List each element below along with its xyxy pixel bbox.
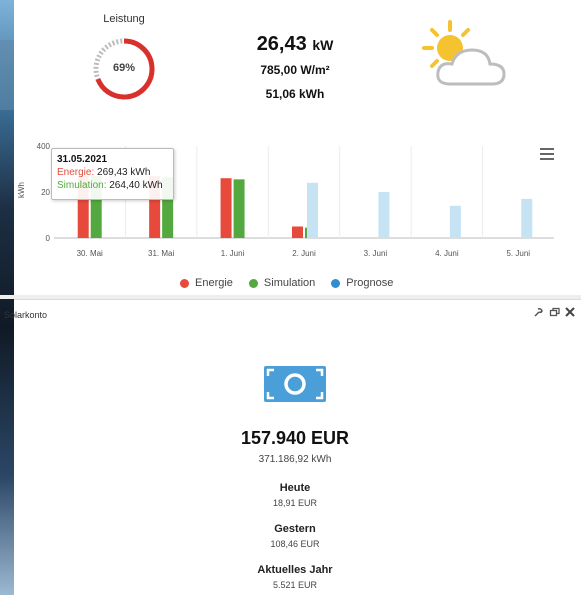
tooltip-date: 31.05.2021: [57, 154, 108, 165]
x-tick-label: 2. Juni: [292, 249, 316, 258]
gestern-value: 108,46 EUR: [270, 539, 320, 549]
chart-tooltip: 31.05.2021 Energie: 269,43 kWh Simulatio…: [51, 148, 174, 200]
solarkonto-total-kwh: 371.186,92 kWh: [258, 454, 332, 465]
legend-item-simulation[interactable]: Simulation: [248, 276, 316, 290]
gestern-label: Gestern: [274, 523, 316, 535]
x-tick-label: 30. Mai: [77, 249, 103, 258]
gauge-label: Leistung: [103, 13, 145, 25]
y-axis-label: kWh: [17, 182, 26, 198]
y-tick-label: 0: [46, 234, 51, 243]
energy-value: 51,06 kWh: [265, 87, 325, 101]
solarkonto-title: Solarkonto: [4, 310, 48, 320]
bar-energie: [220, 178, 232, 238]
x-tick-label: 31. Mai: [148, 249, 174, 258]
chart-menu-icon[interactable]: [540, 148, 554, 160]
legend-label-simulation: Simulation: [263, 277, 316, 289]
x-tick-label: 4. Juni: [435, 249, 459, 258]
bar-prognose: [378, 192, 390, 238]
tooltip-energie-label: Energie:: [57, 167, 95, 178]
bar-simulation: [233, 179, 245, 238]
jahr-label: Aktuelles Jahr: [257, 564, 333, 576]
current-power-value: 26,43: [256, 33, 307, 55]
chart-legend: Energie Simulation Prognose: [180, 276, 393, 290]
legend-label-prognose: Prognose: [346, 277, 394, 289]
restore-icon[interactable]: [549, 307, 560, 321]
close-icon[interactable]: [565, 307, 575, 321]
bar-prognose: [521, 198, 533, 238]
gauge-value: 69%: [112, 62, 136, 74]
y-tick-label: 20: [41, 188, 50, 197]
legend-dot-energie: [180, 278, 189, 288]
heute-value: 18,91 EUR: [272, 498, 318, 508]
jahr-value: 5.521 EUR: [272, 580, 318, 590]
tooltip-energie-value: 269,43 kWh: [97, 167, 151, 178]
tooltip-simulation-value: 264,40 kWh: [109, 180, 163, 191]
partly-sunny-icon: [422, 20, 506, 86]
x-tick-label: 1. Juni: [221, 249, 245, 258]
x-tick-label: 3. Juni: [364, 249, 388, 258]
money-icon: [264, 366, 326, 402]
legend-dot-prognose: [331, 278, 341, 288]
legend-item-prognose[interactable]: Prognose: [331, 276, 393, 290]
legend-label-energie: Energie: [195, 277, 233, 289]
legend-dot-simulation: [248, 278, 258, 288]
legend-item-energie[interactable]: Energie: [180, 276, 233, 290]
current-power-unit: kW: [312, 37, 334, 53]
tooltip-simulation-label: Simulation:: [57, 180, 107, 191]
heute-label: Heute: [279, 482, 311, 494]
irradiance-value: 785,00 W/m²: [260, 63, 330, 77]
y-tick-label: 400: [37, 142, 51, 151]
wrench-icon[interactable]: [533, 307, 544, 321]
bar-prognose: [449, 205, 461, 238]
x-tick-label: 5. Juni: [506, 249, 530, 258]
solarkonto-total: 157.940 EUR: [240, 428, 350, 448]
bar-energie: [292, 226, 303, 238]
current-power: 26,43 kW: [220, 33, 370, 56]
bar-prognose: [307, 182, 318, 238]
window-tools: [533, 307, 575, 321]
